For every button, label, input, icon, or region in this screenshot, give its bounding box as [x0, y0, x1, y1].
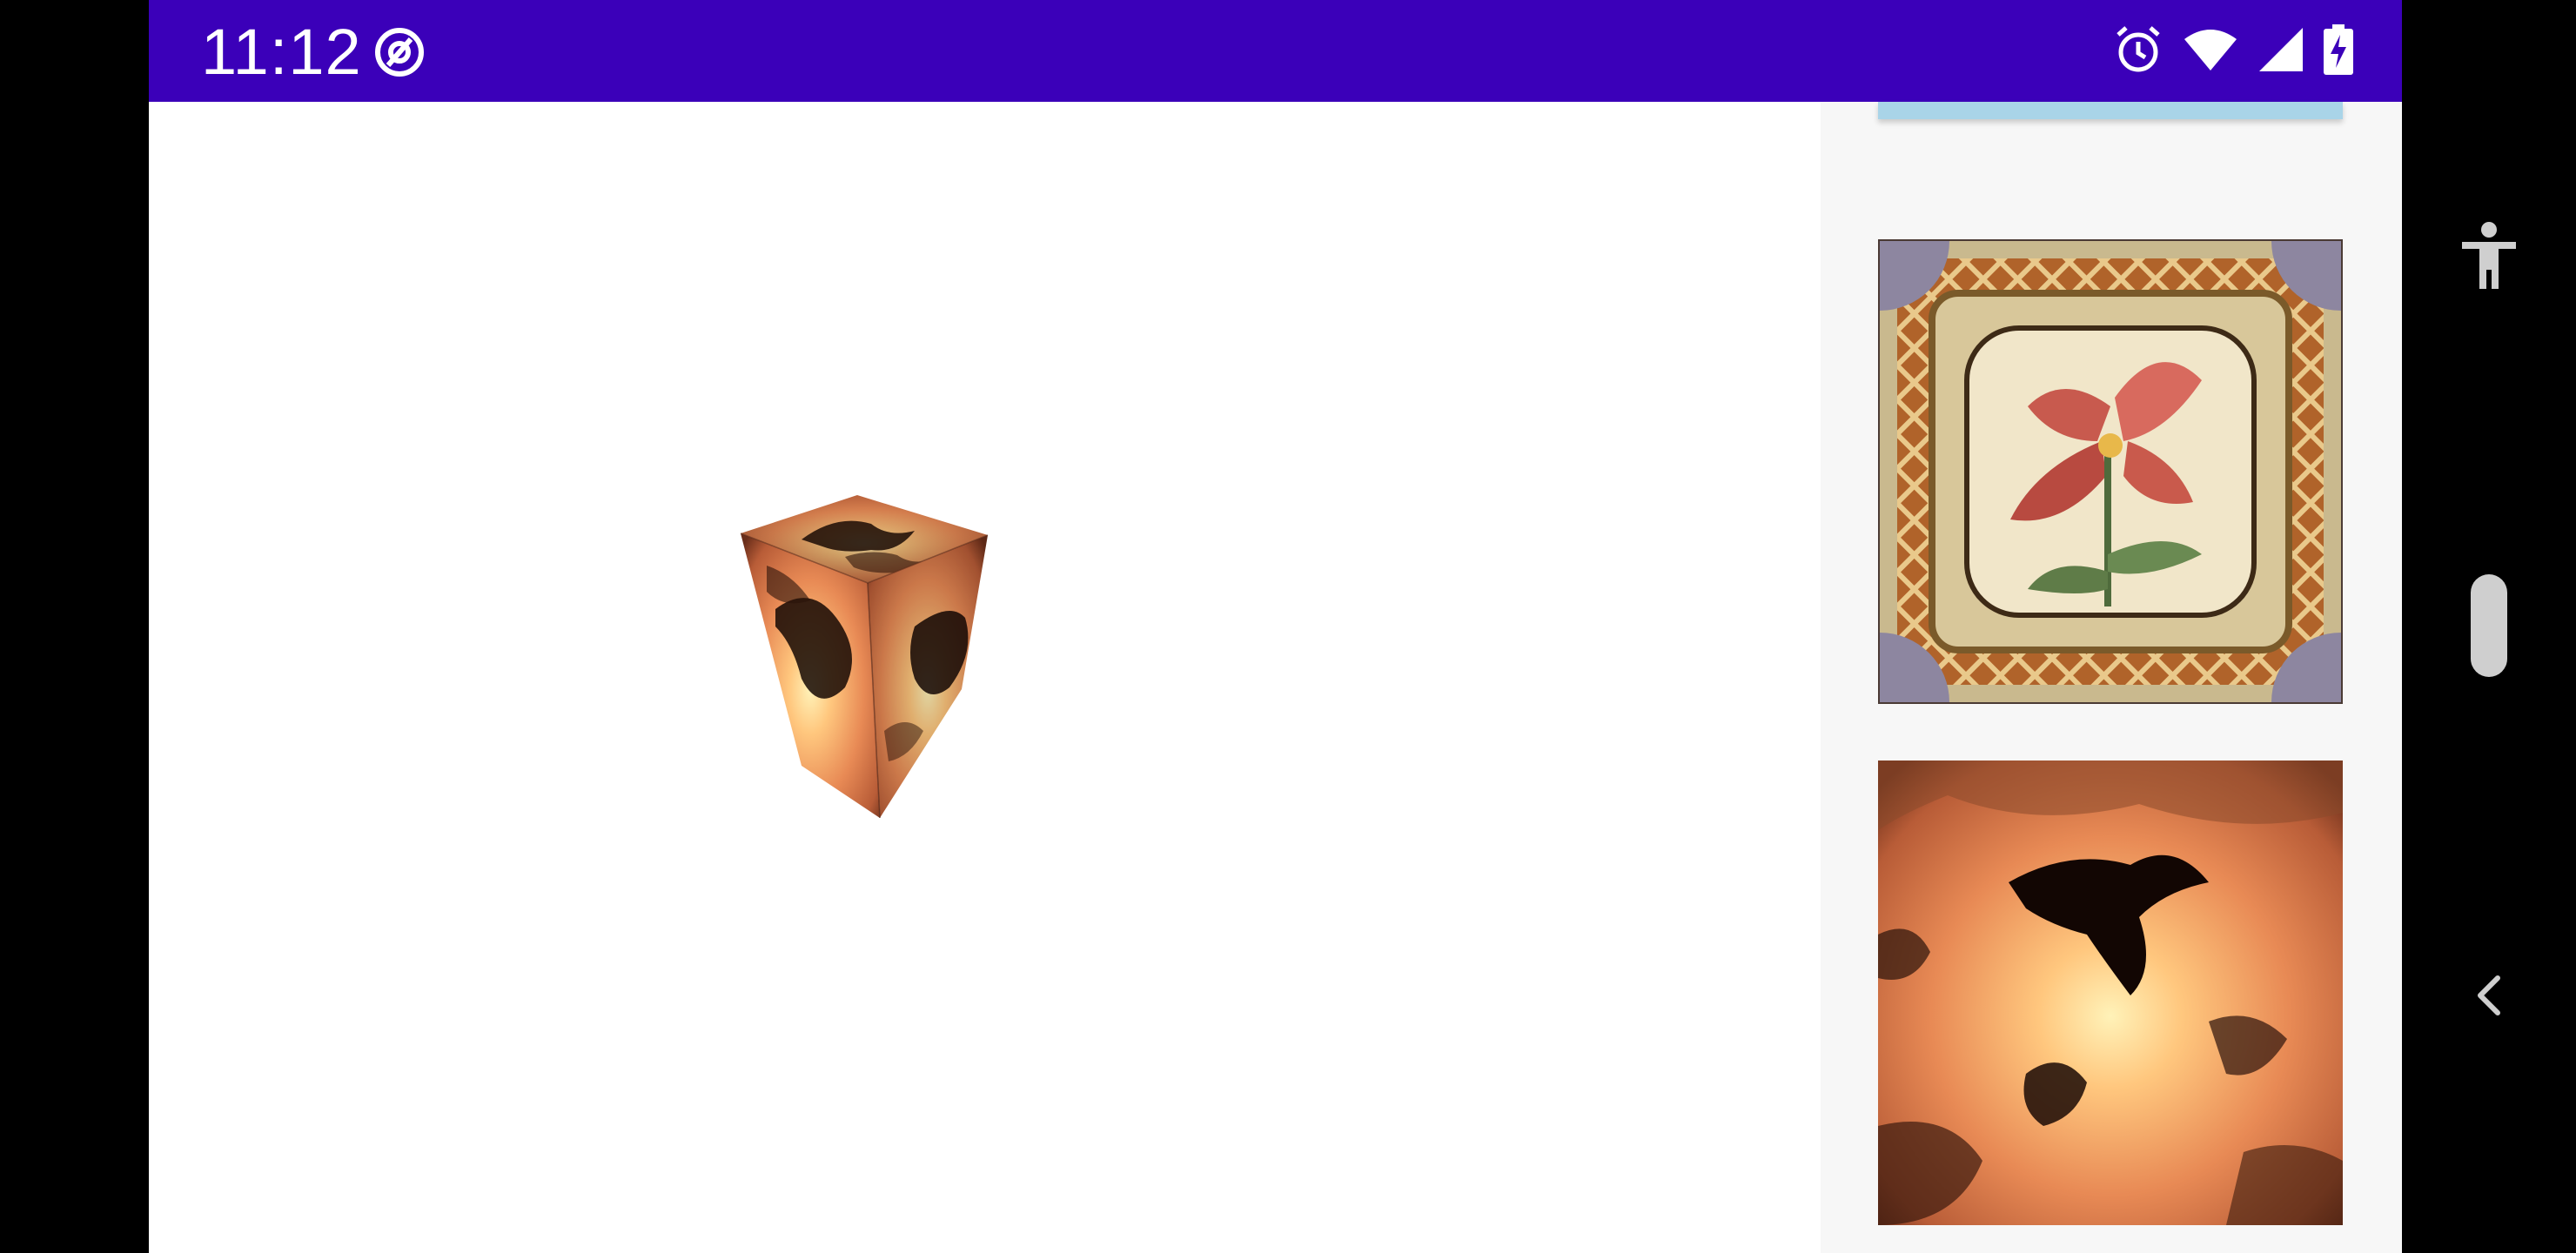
- accessibility-icon[interactable]: [2459, 221, 2519, 295]
- cellular-signal-icon: [2257, 26, 2304, 77]
- back-chevron-icon[interactable]: [2472, 973, 2506, 1022]
- status-icons: [2113, 23, 2353, 79]
- at-sign-notification-icon: [372, 25, 426, 79]
- status-bar: 11:12: [149, 0, 2402, 102]
- textured-cube[interactable]: [740, 470, 1228, 957]
- texture-thumbnail-ornate-floral-tile[interactable]: [1810, 171, 2402, 772]
- texture-thumbnail-nebula[interactable]: [1878, 761, 2343, 1225]
- wifi-icon: [2183, 27, 2238, 77]
- scroll-handle[interactable]: [2471, 574, 2507, 677]
- 3d-viewport[interactable]: [149, 102, 1821, 1253]
- status-clock: 11:12: [201, 16, 362, 88]
- navigation-bar: [2402, 0, 2576, 1253]
- alarm-icon: [2113, 24, 2163, 79]
- battery-charging-icon: [2324, 23, 2353, 79]
- app-screen: 11:12: [149, 0, 2402, 1253]
- texture-thumbnail-partial[interactable]: [1878, 102, 2343, 119]
- texture-selector-panel[interactable]: [1810, 102, 2402, 1253]
